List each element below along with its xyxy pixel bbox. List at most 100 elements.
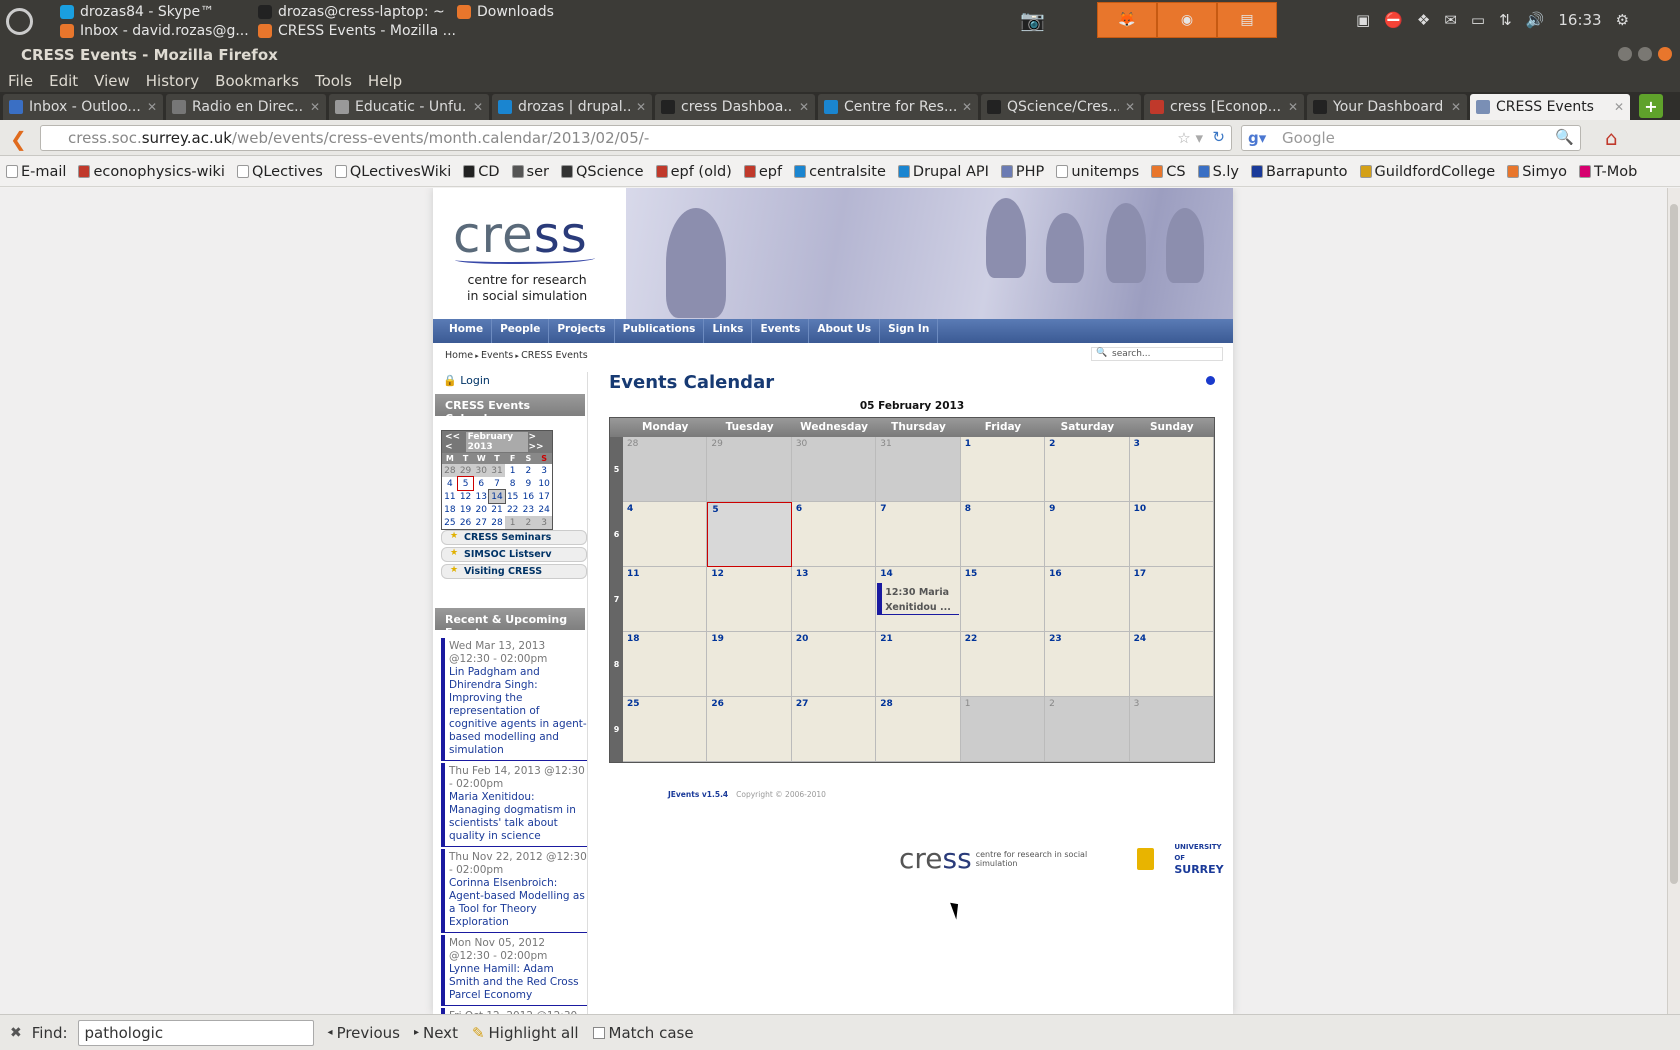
bookmark-item[interactable]: QScience [560, 164, 644, 180]
checkbox[interactable] [592, 1026, 605, 1039]
mail-icon[interactable]: ✉ [1444, 11, 1457, 29]
calendar-day-cell[interactable]: 31 [876, 437, 961, 502]
tab-close-icon[interactable]: ✕ [1125, 100, 1135, 114]
browser-tab[interactable]: Educatic - Unfu... ✕ [329, 94, 489, 120]
day-number[interactable]: 22 [965, 634, 978, 644]
day-number[interactable]: 2 [1049, 699, 1055, 709]
panel-window-item[interactable]: drozas84 - Skype™ [60, 2, 214, 22]
event-title-link[interactable]: Lynne Hamill: Adam Smith and the Red Cro… [449, 963, 587, 1002]
day-number[interactable]: 24 [1134, 634, 1147, 644]
browser-tab[interactable]: Your Dashboard ✕ [1307, 94, 1467, 120]
files-launcher-icon[interactable]: ▤ [1217, 2, 1277, 38]
nav-sign-in[interactable]: Sign In [880, 319, 939, 343]
calendar-day-cell[interactable]: 30 [791, 437, 877, 502]
event-title-link[interactable]: Corinna Elsenbroich: Agent-based Modelli… [449, 877, 587, 929]
reload-icon[interactable]: ↻ [1212, 128, 1225, 146]
day-number[interactable]: 1 [965, 439, 971, 449]
minical-day[interactable]: 12 [458, 490, 474, 503]
nav-publications[interactable]: Publications [615, 319, 705, 343]
day-number[interactable]: 27 [796, 699, 809, 709]
day-number[interactable]: 30 [796, 439, 807, 449]
bookmark-item[interactable]: Drupal API [897, 164, 989, 180]
minical-day[interactable]: 30 [473, 464, 490, 477]
nav-links[interactable]: Links [704, 319, 753, 343]
bookmark-item[interactable]: epf [743, 164, 782, 180]
breadcrumb-item[interactable]: Events [481, 350, 513, 361]
day-number[interactable]: 18 [627, 634, 640, 644]
calendar-day-cell[interactable]: 10 [1129, 502, 1215, 567]
day-number[interactable]: 17 [1134, 569, 1147, 579]
calendar-day-cell[interactable]: 20 [791, 632, 877, 697]
day-number[interactable]: 3 [1134, 439, 1140, 449]
minical-day[interactable]: 1 [505, 464, 521, 477]
menu-edit[interactable]: Edit [49, 72, 78, 90]
menu-file[interactable]: File [8, 72, 33, 90]
minical-day[interactable]: 18 [442, 503, 458, 516]
day-number[interactable]: 14 [880, 569, 893, 579]
calendar-day-cell[interactable]: 7 [876, 502, 961, 567]
vertical-scrollbar[interactable] [1667, 188, 1680, 1014]
week-number[interactable]: 7 [610, 567, 623, 632]
surrey-logo[interactable]: UNIVERSITY OF SURREY [1174, 842, 1233, 875]
day-number[interactable]: 10 [1134, 504, 1147, 514]
minical-day[interactable]: 10 [536, 477, 552, 490]
calendar-day-cell[interactable]: 1 [960, 437, 1046, 502]
find-input[interactable]: pathologic [77, 1019, 314, 1046]
minical-next[interactable]: > >> [528, 432, 549, 452]
browser-tab[interactable]: Centre for Res... ✕ [818, 94, 978, 120]
bookmark-item[interactable]: CS [1151, 164, 1186, 180]
minical-day[interactable]: 16 [521, 490, 537, 503]
tab-close-icon[interactable]: ✕ [1288, 100, 1298, 114]
bookmark-item[interactable]: unitemps [1056, 164, 1139, 180]
address-bar[interactable]: cress.soc.surrey.ac.uk/web/events/cress-… [40, 125, 1232, 151]
minical-month[interactable]: February 2013 [465, 432, 529, 452]
menu-history[interactable]: History [146, 72, 199, 90]
day-number[interactable]: 2 [1049, 439, 1055, 449]
info-icon[interactable] [1206, 376, 1215, 385]
nav-home[interactable]: Home [441, 319, 493, 343]
browser-tab[interactable]: drozas | drupal... ✕ [492, 94, 652, 120]
browser-tab[interactable]: CRESS Events ✕ [1470, 94, 1630, 120]
bookmark-item[interactable]: QLectivesWiki [334, 164, 451, 180]
week-number[interactable]: 5 [610, 437, 623, 502]
find-previous-button[interactable]: ◂ Previous [328, 1024, 400, 1042]
calendar-day-cell[interactable]: 3 [1129, 437, 1215, 502]
tab-close-icon[interactable]: ✕ [962, 100, 972, 114]
tab-close-icon[interactable]: ✕ [473, 100, 483, 114]
minical-day[interactable]: 17 [536, 490, 552, 503]
minical-day[interactable]: 29 [457, 464, 474, 477]
firefox-launcher-icon[interactable]: 🦊 [1097, 2, 1157, 38]
day-number[interactable]: 15 [965, 569, 978, 579]
bookmark-item[interactable]: Simyo [1507, 164, 1567, 180]
maximize-icon[interactable] [1638, 47, 1652, 61]
day-number[interactable]: 1 [965, 699, 971, 709]
clock[interactable]: 16:33 [1558, 11, 1601, 29]
calendar-day-cell[interactable]: 13 [791, 567, 877, 632]
calendar-day-cell[interactable]: 6 [791, 502, 877, 567]
minical-day[interactable]: 9 [521, 477, 537, 490]
panel-window-item[interactable]: Downloads [457, 2, 554, 22]
panel-window-item[interactable]: Inbox - david.rozas@g... [60, 21, 249, 41]
menu-view[interactable]: View [94, 72, 130, 90]
day-number[interactable]: 6 [796, 504, 802, 514]
nav-about-us[interactable]: About Us [809, 319, 881, 343]
day-number[interactable]: 20 [796, 634, 809, 644]
day-number[interactable]: 19 [711, 634, 724, 644]
calendar-day-cell[interactable]: 5 [707, 502, 792, 567]
browser-tab[interactable]: cress Dashboa... ✕ [655, 94, 815, 120]
day-number[interactable]: 23 [1049, 634, 1062, 644]
minical-day[interactable]: 2 [520, 516, 537, 529]
bookmark-item[interactable]: CD [463, 164, 500, 180]
minical-day[interactable]: 6 [473, 477, 489, 490]
browser-tab[interactable]: QScience/Cres... ✕ [981, 94, 1141, 120]
home-icon[interactable]: ⌂ [1605, 126, 1618, 150]
minical-day[interactable]: 21 [489, 503, 505, 516]
tab-close-icon[interactable]: ✕ [147, 100, 157, 114]
minical-day[interactable]: 27 [473, 516, 489, 529]
tab-close-icon[interactable]: ✕ [1614, 100, 1624, 114]
new-tab-button[interactable]: + [1639, 94, 1663, 118]
day-number[interactable]: 28 [880, 699, 893, 709]
tab-close-icon[interactable]: ✕ [1451, 100, 1461, 114]
calendar-day-cell[interactable]: 22 [960, 632, 1046, 697]
bookmark-item[interactable]: GuildfordCollege [1359, 164, 1495, 180]
